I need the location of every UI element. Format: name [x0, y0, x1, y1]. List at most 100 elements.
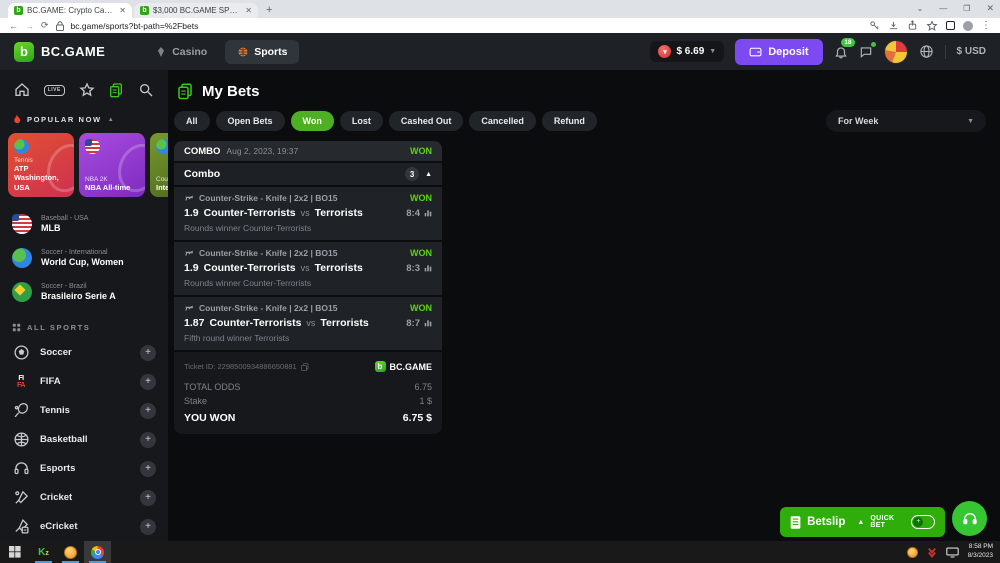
nav-sports[interactable]: Sports	[225, 40, 299, 64]
promo-category: Count	[156, 176, 168, 183]
user-avatar[interactable]	[884, 40, 908, 64]
balance-selector[interactable]: ▾ $ 6.69 ▼	[650, 41, 724, 62]
filter-all[interactable]: All	[174, 111, 210, 131]
tab-close-icon[interactable]: ✕	[119, 6, 126, 15]
bookmark-star-icon[interactable]	[926, 20, 938, 32]
restore-button[interactable]: ❐	[963, 4, 970, 13]
event-item-brasileiro[interactable]: Soccer - Brazil Brasileiro Serie A	[0, 275, 168, 309]
expand-plus-icon[interactable]: +	[140, 345, 156, 361]
stats-icon[interactable]	[424, 264, 432, 272]
betslip-bar[interactable]: Betslip ▲ QUICK BET +	[780, 507, 945, 537]
support-button[interactable]	[952, 501, 987, 536]
event-item-world-cup[interactable]: Soccer - International World Cup, Women	[0, 241, 168, 275]
side-panel-icon[interactable]	[946, 21, 955, 30]
event-item-mlb[interactable]: Baseball - USA MLB	[0, 207, 168, 241]
browser-profile-avatar[interactable]	[963, 21, 973, 31]
filter-lost[interactable]: Lost	[340, 111, 383, 131]
promo-card-atp-washington[interactable]: Tennis ATP Washington, USA	[8, 133, 74, 197]
event-title: World Cup, Women	[41, 257, 124, 267]
ticket-id: Ticket ID: 2298500934886650881	[184, 362, 297, 371]
key-icon[interactable]	[869, 20, 880, 31]
sidebar-item-basketball[interactable]: Basketball +	[0, 425, 168, 454]
sidebar-item-tennis[interactable]: Tennis +	[0, 396, 168, 425]
url-text[interactable]: bc.game/sports?bt-path=%2Fbets	[71, 21, 199, 31]
filter-won[interactable]: Won	[291, 111, 334, 131]
sidebar-item-soccer[interactable]: Soccer +	[0, 338, 168, 367]
copy-icon[interactable]	[301, 363, 309, 371]
bcgame-logo-icon[interactable]: b	[14, 42, 34, 62]
filter-open-bets[interactable]: Open Bets	[216, 111, 285, 131]
sidebar-item-esports[interactable]: Esports +	[0, 454, 168, 483]
page-title: My Bets	[202, 83, 260, 100]
bet-card-header: COMBO Aug 2, 2023, 19:37 WON	[174, 141, 442, 161]
stats-icon[interactable]	[424, 319, 432, 327]
expand-plus-icon[interactable]: +	[140, 432, 156, 448]
sport-label: Esports	[40, 463, 130, 474]
expand-plus-icon[interactable]: +	[140, 461, 156, 477]
bet-leg-2: Counter-Strike - Knife | 2x2 | BO15 WON …	[174, 242, 442, 295]
home-icon[interactable]	[14, 82, 30, 98]
globe-flag-icon	[14, 139, 29, 154]
filter-refund[interactable]: Refund	[542, 111, 597, 131]
quick-bet-toggle[interactable]: +	[911, 515, 935, 529]
tab-close-icon[interactable]: ✕	[245, 6, 252, 15]
expand-plus-icon[interactable]: +	[140, 490, 156, 506]
sidebar-item-cricket[interactable]: Cricket +	[0, 483, 168, 512]
tab-search-icon[interactable]: ⌄	[917, 4, 924, 13]
promo-card-intel-masters[interactable]: Count Intel E Maste	[150, 133, 168, 197]
browser-tabstrip: b BC.GAME: Crypto Casino Games ✕ b $3,00…	[0, 0, 1000, 18]
expand-plus-icon[interactable]: +	[140, 519, 156, 535]
combo-row[interactable]: Combo 3 ▲	[174, 163, 442, 185]
install-icon[interactable]	[888, 20, 899, 31]
expand-plus-icon[interactable]: +	[140, 374, 156, 390]
sidebar-item-fifa[interactable]: FIFA FIFA +	[0, 367, 168, 396]
chat-button[interactable]	[859, 45, 873, 59]
my-bets-icon[interactable]	[108, 82, 124, 98]
chevron-down-icon: ▼	[709, 48, 716, 55]
network-display-icon[interactable]	[946, 547, 959, 558]
leg-market: Rounds winner Counter-Terrorists	[184, 278, 432, 288]
fifa-icon: FIFA	[12, 375, 30, 389]
leg-market: Fifth round winner Terrorists	[184, 333, 432, 343]
cricket-icon	[12, 489, 30, 506]
filter-cancelled[interactable]: Cancelled	[469, 111, 536, 131]
new-tab-button[interactable]: +	[266, 4, 272, 16]
share-icon[interactable]	[907, 20, 918, 31]
expand-plus-icon[interactable]: +	[140, 403, 156, 419]
sidebar-item-ecricket[interactable]: eCricket +	[0, 512, 168, 541]
deposit-button[interactable]: Deposit	[735, 39, 822, 65]
nav-casino[interactable]: Casino	[143, 40, 219, 64]
tray-coin-icon[interactable]	[907, 547, 918, 558]
search-icon[interactable]	[138, 82, 154, 98]
browser-menu-icon[interactable]: ⋮	[981, 20, 991, 31]
close-button[interactable]: ✕	[986, 3, 994, 14]
taskbar-app-chrome[interactable]	[84, 541, 111, 563]
taskbar-app-coin[interactable]	[57, 541, 84, 563]
back-icon[interactable]: ←	[9, 21, 18, 31]
live-icon[interactable]: LIVE	[44, 85, 65, 96]
forward-icon[interactable]: →	[25, 21, 34, 31]
taskbar-clock[interactable]: 8:58 PM 8/3/2023	[968, 543, 993, 561]
browser-tab-1[interactable]: b BC.GAME: Crypto Casino Games ✕	[8, 3, 132, 18]
tab-title: BC.GAME: Crypto Casino Games	[27, 6, 115, 15]
globe-icon[interactable]	[919, 44, 934, 59]
notifications-button[interactable]: 18	[834, 45, 848, 59]
promo-card-nba-all-time[interactable]: NBA 2K NBA All-time	[79, 133, 145, 197]
chevron-up-icon[interactable]: ▲	[108, 117, 116, 123]
minimize-button[interactable]: —	[939, 4, 947, 13]
stats-icon[interactable]	[424, 209, 432, 217]
tray-red-arrow-icon[interactable]	[927, 547, 937, 558]
event-text: Soccer - Brazil Brasileiro Serie A	[41, 283, 116, 301]
period-select[interactable]: For Week ▼	[826, 110, 986, 132]
brand-name[interactable]: BC.GAME	[41, 44, 105, 59]
chrome-icon	[91, 546, 104, 559]
browser-tab-2[interactable]: b $3,000 BC.GAME SPORTS PARLA ✕	[134, 3, 258, 18]
currency-selector[interactable]: $ USD	[957, 46, 986, 57]
favorites-star-icon[interactable]	[79, 82, 95, 98]
taskbar-app-kz[interactable]: Kz	[30, 541, 57, 563]
bet-type: COMBO	[184, 146, 220, 157]
start-button[interactable]	[0, 541, 30, 563]
filter-cashed-out[interactable]: Cashed Out	[389, 111, 464, 131]
reload-icon[interactable]: ⟳	[41, 20, 49, 31]
chevron-up-icon[interactable]: ▲	[425, 171, 432, 178]
